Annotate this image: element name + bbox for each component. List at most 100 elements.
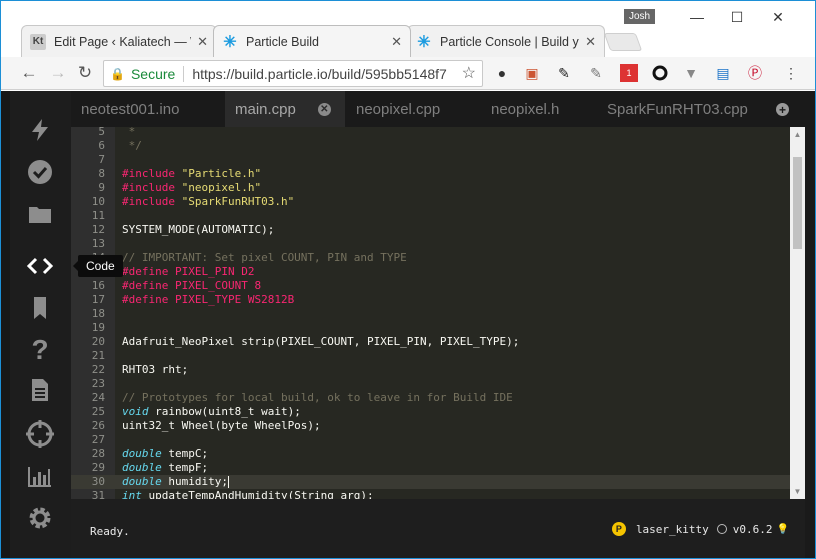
line-number: 8 — [98, 167, 105, 180]
file-tab-main-cpp[interactable]: main.cpp ✕ — [225, 91, 345, 127]
add-file-icon[interactable]: + — [776, 103, 789, 117]
close-tab-icon[interactable]: ✕ — [197, 34, 208, 50]
docs-extension-icon[interactable]: ▤ — [714, 64, 732, 82]
line-number: 22 — [91, 363, 105, 376]
bookmark-star-icon[interactable]: ☆ — [462, 63, 476, 83]
minimize-icon[interactable]: — — [677, 7, 717, 27]
maximize-icon[interactable]: ☐ — [717, 7, 757, 27]
code-line[interactable]: 16 #define PIXEL_COUNT 8 — [71, 279, 790, 293]
code-line[interactable]: 26 uint32_t Wheel(byte WheelPos); — [71, 419, 790, 433]
vue-icon[interactable]: ▼ — [682, 64, 700, 82]
tab-particle-console[interactable]: ✳ Particle Console | Build y ✕ — [407, 25, 605, 57]
line-number: 6 — [98, 139, 105, 152]
code-editor[interactable]: 5 * 6 */7 8 #include "Particle.h" 9 #include … — [71, 127, 790, 499]
profile-button[interactable]: Josh — [624, 9, 655, 24]
code-line[interactable]: 12 SYSTEM_MODE(AUTOMATIC); — [71, 223, 790, 237]
code-line[interactable]: 6 */ — [71, 139, 790, 153]
pinterest-icon[interactable]: Ⓟ — [746, 64, 764, 82]
help-icon[interactable]: ? — [25, 334, 55, 365]
omnibox-divider — [183, 65, 185, 82]
code-text: * — [122, 127, 136, 138]
file-tab-neopixel-cpp[interactable]: neopixel.cpp — [356, 91, 440, 127]
code-line[interactable]: 23 — [71, 377, 790, 391]
forward-arrow-icon[interactable]: → — [46, 61, 70, 85]
code-line[interactable]: 25 void rainbow(uint8_t wait); — [71, 405, 790, 419]
code-line[interactable]: 17 #define PIXEL_TYPE WS2812B — [71, 293, 790, 307]
code-line[interactable]: 9 #include "neopixel.h" — [71, 181, 790, 195]
ring-icon[interactable] — [651, 64, 669, 82]
line-number: 27 — [91, 433, 105, 446]
code-icon[interactable] — [25, 251, 55, 281]
pin-icon[interactable]: ✎ — [555, 64, 573, 82]
code-line[interactable]: 22 RHT03 rht; — [71, 363, 790, 377]
code-line[interactable]: 19 — [71, 321, 790, 335]
firmware-version: v0.6.2 — [732, 522, 773, 536]
settings-icon[interactable] — [25, 503, 55, 533]
tab-particle-build[interactable]: ✳ Particle Build ✕ — [213, 25, 411, 57]
code-line[interactable]: 27 — [71, 433, 790, 447]
code-line[interactable]: 14// IMPORTANT: Set pixel COUNT, PIN and… — [71, 251, 790, 265]
file-tab-neotest001[interactable]: neotest001.ino — [81, 91, 179, 127]
code-line[interactable]: 13 — [71, 237, 790, 251]
console-icon[interactable] — [25, 461, 55, 491]
tab-label: Particle Build — [246, 34, 319, 49]
code-line[interactable]: 18 — [71, 307, 790, 321]
code-line[interactable]: 20 Adafruit_NeoPixel strip(PIXEL_COUNT, P… — [71, 335, 790, 349]
flash-icon[interactable] — [25, 115, 55, 145]
scroll-down-icon[interactable]: ▼ — [790, 484, 805, 499]
extension-icon[interactable]: ▣ — [523, 64, 541, 82]
files-icon[interactable] — [25, 199, 55, 229]
browser-window: Kt Edit Page ‹ Kaliatech — W ✕ ✳ Particl… — [0, 0, 816, 559]
line-number: 7 — [98, 153, 105, 166]
code-line[interactable]: 21 — [71, 349, 790, 363]
devices-icon[interactable] — [25, 419, 55, 449]
particle-ide: ? Code neotest001.ino main.cpp ✕ neopixe… — [1, 91, 815, 558]
verify-icon[interactable] — [25, 157, 55, 187]
code-line[interactable]: 7 — [71, 153, 790, 167]
code-line[interactable]: 29 double tempF; — [71, 461, 790, 475]
device-indicator[interactable]: P laser_kitty v0.6.2 💡 — [611, 522, 789, 536]
file-tab-neopixel-h[interactable]: neopixel.h — [491, 91, 559, 127]
close-window-icon[interactable]: ✕ — [758, 7, 798, 27]
tab-edit-page[interactable]: Kt Edit Page ‹ Kaliatech — W ✕ — [21, 25, 217, 57]
scrollbar-thumb[interactable] — [793, 157, 802, 249]
status-bar: Ready. P laser_kitty v0.6.2 💡 — [71, 499, 805, 558]
code-text: #include "SparkFunRHT03.h" — [122, 195, 295, 208]
code-line[interactable]: 24 // Prototypes for local build, ok to l… — [71, 391, 790, 405]
new-tab-button[interactable] — [603, 33, 643, 51]
evernote-icon[interactable]: ● — [493, 64, 511, 82]
line-number: 16 — [91, 279, 105, 292]
tab-strip: Kt Edit Page ‹ Kaliatech — W ✕ ✳ Particl… — [1, 1, 815, 57]
scroll-up-icon[interactable]: ▲ — [790, 127, 805, 142]
libraries-icon[interactable] — [25, 293, 55, 323]
pin-gray-icon[interactable]: ✎ — [587, 64, 605, 82]
code-line[interactable]: 8 #include "Particle.h" — [71, 167, 790, 181]
code-line[interactable]: 28 double tempC; — [71, 447, 790, 461]
code-line[interactable]: 5 * — [71, 127, 790, 139]
back-arrow-icon[interactable]: ← — [17, 61, 41, 85]
menu-icon[interactable]: ⋮ — [782, 64, 800, 82]
line-number: 9 — [98, 181, 105, 194]
file-tabs: neotest001.ino main.cpp ✕ neopixel.cpp n… — [71, 91, 815, 127]
code-line[interactable]: 11 — [71, 209, 790, 223]
file-tab-sparkfun-rht03[interactable]: SparkFunRHT03.cpp — [607, 91, 748, 127]
close-tab-icon[interactable]: ✕ — [585, 34, 596, 50]
close-tab-icon[interactable]: ✕ — [391, 34, 402, 50]
code-text: // IMPORTANT: Set pixel COUNT, PIN and T… — [122, 251, 407, 264]
code-line[interactable]: 30 double humidity; — [71, 475, 790, 489]
code-line[interactable]: 15#define PIXEL_PIN D2 — [71, 265, 790, 279]
url-text[interactable]: https://build.particle.io/build/595bb514… — [192, 66, 447, 82]
particle-star-icon: ✳ — [223, 33, 237, 51]
todoist-icon[interactable]: 1 — [620, 64, 638, 82]
address-bar[interactable]: 🔒 Secure https://build.particle.io/build… — [103, 60, 483, 87]
kaliatech-favicon: Kt — [30, 33, 46, 50]
editor-scrollbar[interactable]: ▲ ▼ — [790, 127, 805, 499]
docs-icon[interactable] — [25, 375, 55, 405]
reload-icon[interactable]: ↻ — [73, 61, 97, 85]
code-line[interactable]: 31 int updateTempAndHumidity(String arg); — [71, 489, 790, 499]
tab-label: Edit Page ‹ Kaliatech — W — [54, 34, 192, 49]
code-line[interactable]: 10 #include "SparkFunRHT03.h" — [71, 195, 790, 209]
close-file-icon[interactable]: ✕ — [317, 102, 331, 116]
line-number: 19 — [91, 321, 105, 334]
sidebar-tooltip: Code — [73, 255, 123, 277]
